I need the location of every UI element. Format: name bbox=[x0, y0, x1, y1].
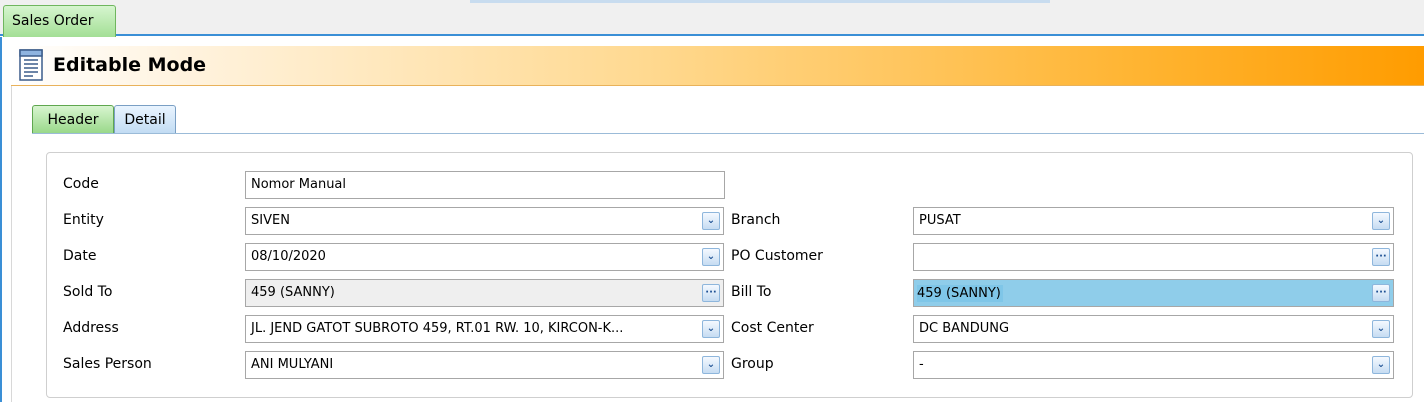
entity-select[interactable]: SIVEN ⌄ bbox=[245, 207, 724, 235]
bill-to-label: Bill To bbox=[731, 284, 772, 300]
content-border bbox=[11, 86, 12, 402]
chevron-down-icon[interactable]: ⌄ bbox=[702, 248, 720, 266]
sold-to-lookup[interactable]: 459 (SANNY) ··· bbox=[245, 279, 724, 307]
ellipsis-icon[interactable]: ··· bbox=[702, 284, 720, 302]
address-select[interactable]: JL. JEND GATOT SUBROTO 459, RT.01 RW. 10… bbox=[245, 315, 724, 343]
address-value: JL. JEND GATOT SUBROTO 459, RT.01 RW. 10… bbox=[251, 321, 624, 336]
ellipsis-icon[interactable]: ··· bbox=[1372, 248, 1390, 266]
chevron-down-icon[interactable]: ⌄ bbox=[702, 320, 720, 338]
date-value: 08/10/2020 bbox=[251, 249, 326, 264]
code-label: Code bbox=[63, 176, 99, 192]
group-label: Group bbox=[731, 356, 774, 372]
bill-to-lookup[interactable]: 459 (SANNY) ··· bbox=[913, 279, 1394, 307]
branch-value: PUSAT bbox=[919, 213, 961, 228]
mode-title-bar: Editable Mode bbox=[11, 46, 1424, 86]
tab-strip-accent bbox=[470, 0, 1050, 3]
branch-label: Branch bbox=[731, 212, 781, 228]
sales-person-label: Sales Person bbox=[63, 356, 152, 372]
tab-detail[interactable]: Detail bbox=[114, 105, 176, 133]
chevron-down-icon[interactable]: ⌄ bbox=[1372, 320, 1390, 338]
frame-border bbox=[0, 37, 2, 402]
group-value: - bbox=[919, 357, 924, 372]
document-icon bbox=[19, 49, 43, 81]
tab-sales-order[interactable]: Sales Order bbox=[3, 5, 116, 37]
ellipsis-icon[interactable]: ··· bbox=[1372, 284, 1390, 302]
po-customer-lookup[interactable]: ··· bbox=[913, 243, 1394, 271]
cost-center-select[interactable]: DC BANDUNG ⌄ bbox=[913, 315, 1394, 343]
sales-person-value: ANI MULYANI bbox=[251, 357, 334, 372]
date-label: Date bbox=[63, 248, 97, 264]
group-select[interactable]: - ⌄ bbox=[913, 351, 1394, 379]
date-picker[interactable]: 08/10/2020 ⌄ bbox=[245, 243, 724, 271]
cost-center-label: Cost Center bbox=[731, 320, 814, 336]
entity-value: SIVEN bbox=[251, 213, 290, 228]
chevron-down-icon[interactable]: ⌄ bbox=[1372, 212, 1390, 230]
address-label: Address bbox=[63, 320, 119, 336]
chevron-down-icon[interactable]: ⌄ bbox=[702, 212, 720, 230]
chevron-down-icon[interactable]: ⌄ bbox=[1372, 356, 1390, 374]
mode-title: Editable Mode bbox=[53, 54, 207, 76]
code-field[interactable]: Nomor Manual bbox=[245, 171, 725, 199]
tab-underline bbox=[32, 133, 1424, 134]
tab-header[interactable]: Header bbox=[32, 105, 114, 134]
top-tab-strip: Sales Order bbox=[0, 0, 1424, 37]
entity-label: Entity bbox=[63, 212, 104, 228]
bill-to-value: 459 (SANNY) bbox=[917, 285, 1003, 302]
chevron-down-icon[interactable]: ⌄ bbox=[702, 356, 720, 374]
sold-to-value: 459 (SANNY) bbox=[251, 285, 335, 300]
sold-to-label: Sold To bbox=[63, 284, 113, 300]
branch-select[interactable]: PUSAT ⌄ bbox=[913, 207, 1394, 235]
sales-person-select[interactable]: ANI MULYANI ⌄ bbox=[245, 351, 724, 379]
po-customer-label: PO Customer bbox=[731, 248, 823, 264]
cost-center-value: DC BANDUNG bbox=[919, 321, 1010, 336]
code-value: Nomor Manual bbox=[251, 177, 347, 192]
